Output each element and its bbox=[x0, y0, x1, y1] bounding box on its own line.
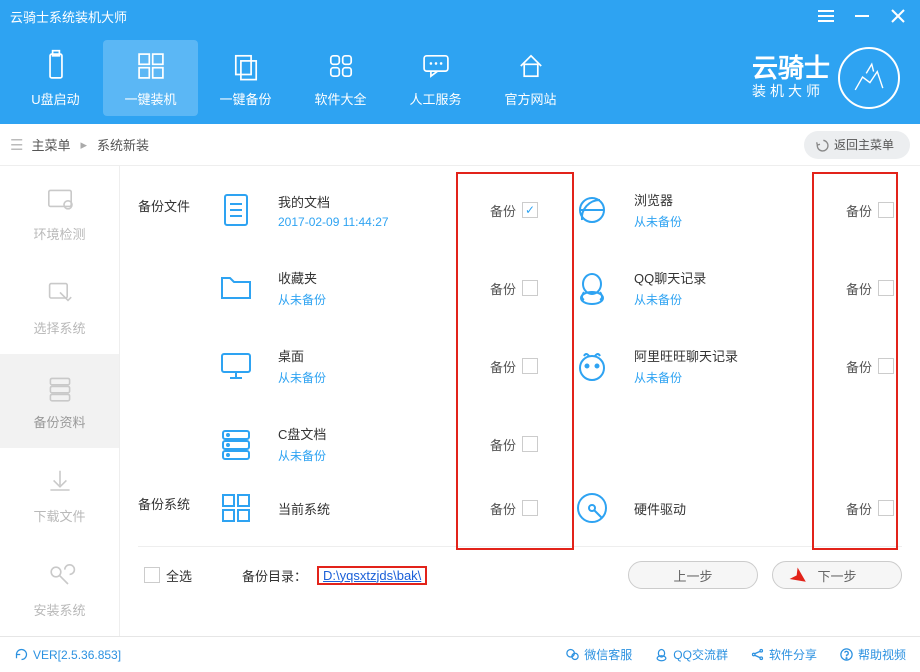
nav-support[interactable]: 人工服务 bbox=[388, 40, 483, 116]
refresh-icon bbox=[14, 647, 29, 662]
back-arrow-icon bbox=[814, 137, 830, 153]
backup-path-label: 备份目录： bbox=[242, 566, 307, 585]
footer: VER[2.5.36.853] 微信客服 QQ交流群 软件分享 帮助视频 bbox=[0, 636, 920, 672]
item-current-system: 当前系统 备份 bbox=[214, 478, 546, 538]
close-icon[interactable] bbox=[886, 4, 910, 28]
checkbox-icon[interactable] bbox=[878, 202, 894, 218]
return-main-menu-button[interactable]: 返回主菜单 bbox=[804, 131, 910, 159]
prev-step-button[interactable]: 上一步 bbox=[628, 561, 758, 589]
breadcrumb: ☰ 主菜单 ▸ 系统新装 返回主菜单 bbox=[0, 124, 920, 166]
harddrive-icon bbox=[570, 486, 614, 530]
help-icon bbox=[839, 647, 854, 662]
backup-files-grid: 我的文档2017-02-09 11:44:27 备份 浏览器从未备份 备份 收藏… bbox=[214, 180, 902, 474]
nav-software[interactable]: 软件大全 bbox=[293, 40, 388, 116]
content-panel: 备份文件 我的文档2017-02-09 11:44:27 备份 浏览器从未备份 … bbox=[120, 166, 920, 636]
footer-help-video[interactable]: 帮助视频 bbox=[839, 646, 906, 663]
window-controls bbox=[814, 4, 910, 28]
sidebar-item-install[interactable]: 安装系统 bbox=[0, 542, 119, 636]
sidebar-item-download[interactable]: 下载文件 bbox=[0, 448, 119, 542]
item-desktop: 桌面从未备份 备份 bbox=[214, 336, 546, 396]
checkbox-icon[interactable] bbox=[522, 500, 538, 516]
checkbox-icon[interactable] bbox=[878, 500, 894, 516]
item-my-documents: 我的文档2017-02-09 11:44:27 备份 bbox=[214, 180, 546, 240]
item-browser: 浏览器从未备份 备份 bbox=[570, 180, 902, 240]
checkbox-icon[interactable] bbox=[522, 280, 538, 296]
windows-icon bbox=[214, 486, 258, 530]
sidebar: 环境检测 选择系统 备份资料 下载文件 安装系统 bbox=[0, 166, 120, 636]
section-backup-files-label: 备份文件 bbox=[138, 180, 214, 215]
item-aliwangwang: 阿里旺旺聊天记录从未备份 备份 bbox=[570, 336, 902, 396]
brand-logo: 云骑士 装机大师 bbox=[752, 47, 912, 109]
sidebar-item-select-system[interactable]: 选择系统 bbox=[0, 260, 119, 354]
backup-toggle-favorites[interactable]: 备份 bbox=[490, 279, 538, 298]
section-backup-system-label: 备份系统 bbox=[138, 478, 214, 513]
sidebar-item-backup-data[interactable]: 备份资料 bbox=[0, 354, 119, 448]
item-cdrive-docs: C盘文档从未备份 备份 bbox=[214, 414, 546, 474]
sidebar-item-env-check[interactable]: 环境检测 bbox=[0, 166, 119, 260]
backup-toggle-desktop[interactable]: 备份 bbox=[490, 357, 538, 376]
backup-toggle-my-documents[interactable]: 备份 bbox=[490, 201, 538, 220]
titlebar: 云骑士系统装机大师 bbox=[0, 0, 920, 32]
nav-one-click-install[interactable]: 一键装机 bbox=[103, 40, 198, 116]
item-qq-chat: QQ聊天记录从未备份 备份 bbox=[570, 258, 902, 318]
monitor-icon bbox=[214, 344, 258, 388]
checkbox-icon[interactable] bbox=[878, 280, 894, 296]
backup-toggle-current-system[interactable]: 备份 bbox=[490, 499, 538, 518]
document-icon bbox=[214, 188, 258, 232]
item-favorites: 收藏夹从未备份 备份 bbox=[214, 258, 546, 318]
checkbox-icon[interactable] bbox=[522, 358, 538, 374]
checkbox-icon[interactable] bbox=[878, 358, 894, 374]
backup-path-link[interactable]: D:\yqsxtzjds\bak\ bbox=[323, 568, 421, 583]
item-drivers: 硬件驱动 备份 bbox=[570, 478, 902, 538]
footer-share[interactable]: 软件分享 bbox=[750, 646, 817, 663]
minimize-icon[interactable] bbox=[850, 4, 874, 28]
folder-icon bbox=[214, 266, 258, 310]
backup-toggle-cdrive[interactable]: 备份 bbox=[490, 435, 538, 454]
bottom-controls: 全选 备份目录： D:\yqsxtzjds\bak\ 上一步 下一步 bbox=[138, 557, 902, 589]
knight-icon bbox=[838, 47, 900, 109]
list-icon: ☰ bbox=[10, 136, 23, 154]
checkbox-icon[interactable] bbox=[144, 567, 160, 583]
breadcrumb-current: 系统新装 bbox=[97, 135, 149, 154]
checkbox-icon[interactable] bbox=[522, 202, 538, 218]
qq-icon bbox=[570, 266, 614, 310]
backup-toggle-qq[interactable]: 备份 bbox=[846, 279, 894, 298]
window-title: 云骑士系统装机大师 bbox=[10, 7, 814, 26]
backup-toggle-browser[interactable]: 备份 bbox=[846, 201, 894, 220]
breadcrumb-root[interactable]: 主菜单 bbox=[31, 135, 70, 154]
nav-usb-boot[interactable]: U盘启动 bbox=[8, 40, 103, 116]
select-all-checkbox[interactable]: 全选 bbox=[144, 566, 192, 585]
backup-toggle-drivers[interactable]: 备份 bbox=[846, 499, 894, 518]
backup-system-grid: 当前系统 备份 硬件驱动 备份 bbox=[214, 478, 902, 538]
next-step-button[interactable]: 下一步 bbox=[772, 561, 902, 589]
server-icon bbox=[214, 422, 258, 466]
share-icon bbox=[750, 647, 765, 662]
menu-icon[interactable] bbox=[814, 4, 838, 28]
checkbox-icon[interactable] bbox=[522, 436, 538, 452]
nav-one-click-backup[interactable]: 一键备份 bbox=[198, 40, 293, 116]
qq-icon bbox=[654, 647, 669, 662]
footer-wechat[interactable]: 微信客服 bbox=[565, 646, 632, 663]
footer-qq-group[interactable]: QQ交流群 bbox=[654, 646, 728, 663]
nav-website[interactable]: 官方网站 bbox=[483, 40, 578, 116]
backup-toggle-aliwangwang[interactable]: 备份 bbox=[846, 357, 894, 376]
aliwangwang-icon bbox=[570, 344, 614, 388]
ie-icon bbox=[570, 188, 614, 232]
main-area: 环境检测 选择系统 备份资料 下载文件 安装系统 备份文件 我的文档201 bbox=[0, 166, 920, 636]
top-nav: U盘启动 一键装机 一键备份 软件大全 人工服务 官方网站 云骑士 装机大师 bbox=[0, 32, 920, 124]
version-label[interactable]: VER[2.5.36.853] bbox=[14, 647, 121, 662]
wechat-icon bbox=[565, 647, 580, 662]
